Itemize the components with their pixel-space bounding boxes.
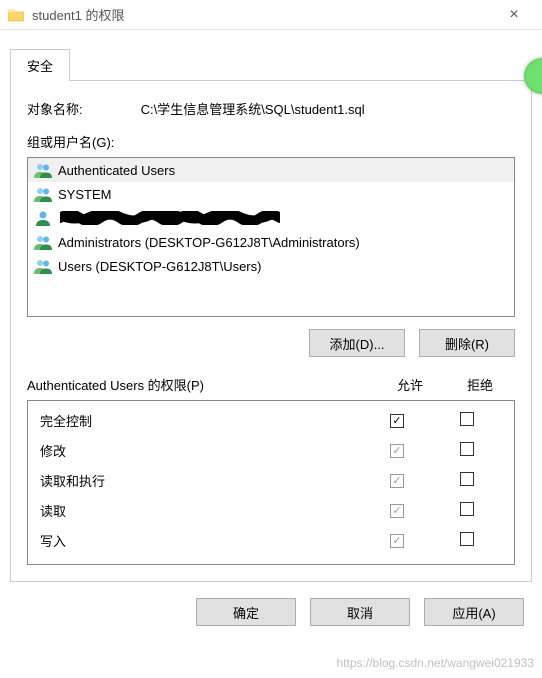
permission-label: 完全控制 <box>40 411 362 430</box>
user-icon <box>34 210 52 226</box>
tab-strip: 安全 <box>10 48 532 81</box>
deny-checkbox[interactable] <box>460 412 474 426</box>
cancel-button[interactable]: 取消 <box>310 598 410 626</box>
redacted-text <box>60 211 280 225</box>
groups-buttons: 添加(D)... 删除(R) <box>27 329 515 357</box>
allow-cell <box>362 442 432 459</box>
object-value: C:\学生信息管理系统\SQL\student1.sql <box>141 102 365 117</box>
remove-button[interactable]: 删除(R) <box>419 329 515 357</box>
object-label: 对象名称: <box>27 99 137 118</box>
list-item[interactable]: SYSTEM <box>28 182 514 206</box>
permissions-header: Authenticated Users 的权限(P) 允许 拒绝 <box>27 375 515 394</box>
list-item-label: Users (DESKTOP-G612J8T\Users) <box>58 259 261 274</box>
permission-label: 读取和执行 <box>40 471 362 490</box>
list-item-label: Administrators (DESKTOP-G612J8T\Administ… <box>58 235 360 250</box>
list-item[interactable]: Administrators (DESKTOP-G612J8T\Administ… <box>28 230 514 254</box>
object-row: 对象名称: C:\学生信息管理系统\SQL\student1.sql <box>27 99 515 118</box>
allow-checkbox <box>390 504 404 518</box>
allow-cell <box>362 502 432 519</box>
deny-cell <box>432 412 502 429</box>
permissions-box: 完全控制修改读取和执行读取写入 <box>27 400 515 565</box>
allow-cell <box>362 532 432 549</box>
deny-cell <box>432 532 502 549</box>
permissions-scroll[interactable]: 完全控制修改读取和执行读取写入 <box>28 401 514 564</box>
permission-row: 读取和执行 <box>28 465 514 495</box>
allow-checkbox <box>390 474 404 488</box>
window-title: student1 的权限 <box>32 5 494 24</box>
list-item-label: Authenticated Users <box>58 163 175 178</box>
apply-button[interactable]: 应用(A) <box>424 598 524 626</box>
deny-cell <box>432 442 502 459</box>
allow-cell <box>362 412 432 429</box>
deny-cell <box>432 472 502 489</box>
watermark: https://blog.csdn.net/wangwei021933 <box>337 656 534 670</box>
permission-label: 读取 <box>40 501 362 520</box>
users-icon <box>34 258 52 274</box>
permission-row: 完全控制 <box>28 405 514 435</box>
permission-label: 修改 <box>40 441 362 460</box>
allow-column-header: 允许 <box>375 375 445 394</box>
deny-checkbox[interactable] <box>460 502 474 516</box>
ok-button[interactable]: 确定 <box>196 598 296 626</box>
allow-cell <box>362 472 432 489</box>
allow-checkbox[interactable] <box>390 414 404 428</box>
titlebar: student1 的权限 × <box>0 0 542 30</box>
deny-checkbox[interactable] <box>460 472 474 486</box>
allow-checkbox <box>390 534 404 548</box>
list-item-label: SYSTEM <box>58 187 111 202</box>
permission-label: 写入 <box>40 531 362 550</box>
permission-row: 写入 <box>28 525 514 555</box>
groups-listbox[interactable]: Authenticated Users SYSTEM Administrators … <box>27 157 515 317</box>
footer-buttons: 确定 取消 应用(A) <box>0 582 542 642</box>
allow-checkbox <box>390 444 404 458</box>
tab-security[interactable]: 安全 <box>10 49 70 81</box>
users-icon <box>34 186 52 202</box>
list-item[interactable]: Authenticated Users <box>28 158 514 182</box>
deny-checkbox[interactable] <box>460 442 474 456</box>
add-button[interactable]: 添加(D)... <box>309 329 405 357</box>
folder-icon <box>8 8 24 22</box>
permission-row: 修改 <box>28 435 514 465</box>
permissions-title: Authenticated Users 的权限(P) <box>27 375 375 394</box>
dialog-body: 安全 对象名称: C:\学生信息管理系统\SQL\student1.sql 组或… <box>0 30 542 582</box>
tab-panel: 对象名称: C:\学生信息管理系统\SQL\student1.sql 组或用户名… <box>10 81 532 582</box>
permission-row: 读取 <box>28 495 514 525</box>
users-icon <box>34 162 52 178</box>
users-icon <box>34 234 52 250</box>
list-item[interactable]: Users (DESKTOP-G612J8T\Users) <box>28 254 514 278</box>
deny-column-header: 拒绝 <box>445 375 515 394</box>
list-item[interactable] <box>28 206 514 230</box>
groups-label: 组或用户名(G): <box>27 132 515 151</box>
deny-cell <box>432 502 502 519</box>
close-button[interactable]: × <box>494 6 534 24</box>
deny-checkbox[interactable] <box>460 532 474 546</box>
